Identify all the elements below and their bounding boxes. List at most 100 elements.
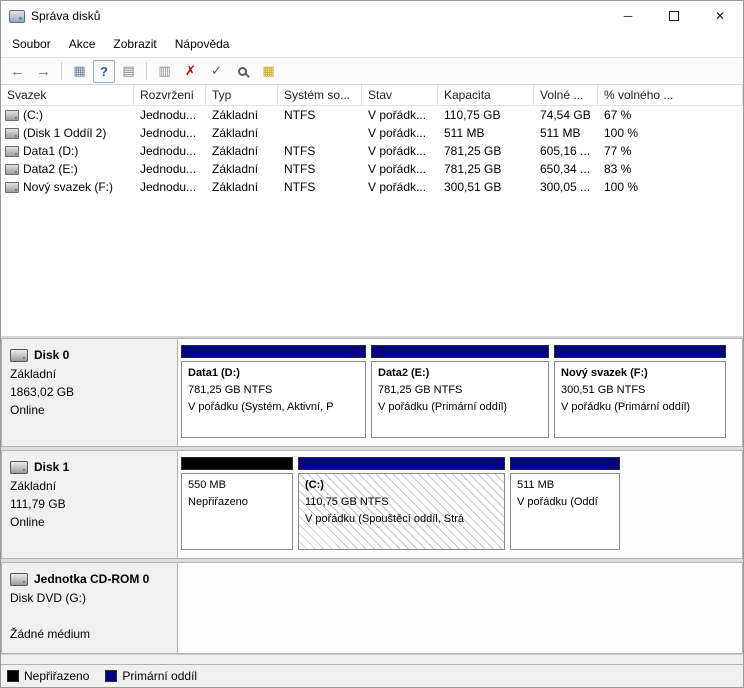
- legend-unallocated: Nepřiřazeno: [7, 669, 89, 683]
- cell: 100 %: [598, 180, 743, 194]
- window-title: Správa disků: [31, 9, 100, 23]
- close-button[interactable]: ✕: [697, 1, 743, 31]
- header-rozvrzeni[interactable]: Rozvržení: [134, 85, 206, 105]
- cell: NTFS: [278, 180, 362, 194]
- cell: V pořádk...: [362, 180, 438, 194]
- cell: 650,34 ...: [534, 162, 598, 176]
- partition-size: 300,51 GB NTFS: [561, 382, 719, 399]
- cell: Základní: [206, 108, 278, 122]
- partition-size: 781,25 GB NTFS: [188, 382, 359, 399]
- volume-icon: [5, 110, 19, 121]
- partition-status: Nepřiřazeno: [188, 494, 286, 511]
- cell: NTFS: [278, 144, 362, 158]
- header-volne[interactable]: Volné ...: [534, 85, 598, 105]
- disk0-panel[interactable]: Disk 0 Základní 1863,02 GB Online: [1, 338, 178, 447]
- cdrom-icon: [10, 573, 28, 586]
- header-svazek[interactable]: Svazek: [1, 85, 134, 105]
- volume-row-novy-svazek[interactable]: Nový svazek (F:) Jednodu... Základní NTF…: [1, 178, 743, 196]
- cell: 511 MB: [438, 126, 534, 140]
- unallocated-swatch: [7, 670, 19, 682]
- disk-head: Disk 1: [10, 458, 169, 476]
- volume-list: Svazek Rozvržení Typ Systém so... Stav K…: [1, 85, 743, 338]
- volume-row-disk1-oddil2[interactable]: (Disk 1 Oddíl 2) Jednodu... Základní V p…: [1, 124, 743, 142]
- partition-color-bar: [510, 457, 620, 470]
- disk-head: Disk 0: [10, 346, 169, 364]
- cell-volume: Nový svazek (F:): [1, 180, 134, 194]
- partition-body: 550 MB Nepřiřazeno: [181, 473, 293, 550]
- partition-size: 781,25 GB NTFS: [378, 382, 542, 399]
- header-system-souboru[interactable]: Systém so...: [278, 85, 362, 105]
- partition-novy-svazek[interactable]: Nový svazek (F:) 300,51 GB NTFS V pořádk…: [554, 345, 726, 438]
- attributes-button[interactable]: ▦: [256, 60, 281, 83]
- partition-size: 110,75 GB NTFS: [305, 494, 498, 511]
- primary-partition-swatch: [105, 670, 117, 682]
- disk1-partitions: 550 MB Nepřiřazeno (C:) 110,75 GB NTFS V…: [178, 450, 743, 559]
- partition-data2[interactable]: Data2 (E:) 781,25 GB NTFS V pořádku (Pri…: [371, 345, 549, 438]
- mark-active-button[interactable]: ✓: [204, 60, 229, 83]
- cdrom-row: Jednotka CD-ROM 0 Disk DVD (G:) Žádné mé…: [1, 562, 743, 655]
- disk-name: Jednotka CD-ROM 0: [34, 570, 149, 588]
- show-action-pane-button[interactable]: ▥: [152, 60, 177, 83]
- partition-title: Data2 (E:): [378, 365, 542, 382]
- menu-soubor[interactable]: Soubor: [3, 33, 60, 55]
- cell-volume: Data2 (E:): [1, 162, 134, 176]
- partition-status: V pořádku (Oddí: [517, 494, 613, 511]
- magnifier-icon: [238, 67, 247, 76]
- partition-color-bar: [181, 345, 366, 358]
- cell: NTFS: [278, 162, 362, 176]
- help-button[interactable]: ?: [93, 60, 115, 83]
- cell: Jednodu...: [134, 126, 206, 140]
- export-list-button[interactable]: ▤: [116, 60, 141, 83]
- back-button[interactable]: ←: [5, 60, 30, 83]
- cell: Jednodu...: [134, 144, 206, 158]
- delete-volume-button[interactable]: ✗: [178, 60, 203, 83]
- maximize-button[interactable]: [651, 1, 697, 31]
- disk1-panel[interactable]: Disk 1 Základní 111,79 GB Online: [1, 450, 178, 559]
- cell: 83 %: [598, 162, 743, 176]
- volume-name: Data1 (D:): [23, 144, 78, 158]
- disk0-row: Disk 0 Základní 1863,02 GB Online Data1 …: [1, 338, 743, 450]
- minimize-button[interactable]: ─: [605, 1, 651, 31]
- volume-row-data2[interactable]: Data2 (E:) Jednodu... Základní NTFS V po…: [1, 160, 743, 178]
- menu-akce[interactable]: Akce: [60, 33, 105, 55]
- cdrom-panel[interactable]: Jednotka CD-ROM 0 Disk DVD (G:) Žádné mé…: [1, 562, 178, 654]
- partition-unallocated[interactable]: 550 MB Nepřiřazeno: [181, 457, 293, 550]
- partition-body: (C:) 110,75 GB NTFS V pořádku (Spouštěcí…: [298, 473, 505, 550]
- media-status: Žádné médium: [10, 625, 169, 643]
- menubar: Soubor Akce Zobrazit Nápověda: [1, 31, 743, 57]
- cell: Jednodu...: [134, 108, 206, 122]
- header-typ[interactable]: Typ: [206, 85, 278, 105]
- partition-body: 511 MB V pořádku (Oddí: [510, 473, 620, 550]
- disk-type: Disk DVD (G:): [10, 589, 169, 607]
- partition-status: V pořádku (Spouštěcí oddíl, Strá: [305, 511, 498, 528]
- menu-zobrazit[interactable]: Zobrazit: [104, 33, 165, 55]
- volume-row-c[interactable]: (C:) Jednodu... Základní NTFS V pořádk..…: [1, 106, 743, 124]
- cell-volume: (C:): [1, 108, 134, 122]
- cell: Jednodu...: [134, 162, 206, 176]
- header-kapacita[interactable]: Kapacita: [438, 85, 534, 105]
- volume-row-data1[interactable]: Data1 (D:) Jednodu... Základní NTFS V po…: [1, 142, 743, 160]
- cell: Základní: [206, 162, 278, 176]
- disk0-partitions: Data1 (D:) 781,25 GB NTFS V pořádku (Sys…: [178, 338, 743, 447]
- app-icon: [9, 10, 25, 23]
- explore-button[interactable]: [230, 60, 255, 83]
- disk-name: Disk 1: [34, 458, 69, 476]
- header-pct-volneho[interactable]: % volného ...: [598, 85, 743, 105]
- cell: NTFS: [278, 108, 362, 122]
- partition-511mb[interactable]: 511 MB V pořádku (Oddí: [510, 457, 620, 550]
- partition-title: (C:): [305, 477, 498, 494]
- graphical-view: Disk 0 Základní 1863,02 GB Online Data1 …: [1, 338, 743, 664]
- cell: 300,51 GB: [438, 180, 534, 194]
- partition-data1[interactable]: Data1 (D:) 781,25 GB NTFS V pořádku (Sys…: [181, 345, 366, 438]
- cell: 781,25 GB: [438, 144, 534, 158]
- titlebar: Správa disků ─ ✕: [1, 1, 743, 31]
- cell: V pořádk...: [362, 144, 438, 158]
- toolbar-separator: [61, 62, 62, 80]
- partition-c[interactable]: (C:) 110,75 GB NTFS V pořádku (Spouštěcí…: [298, 457, 505, 550]
- maximize-icon: [669, 11, 679, 21]
- volume-icon: [5, 128, 19, 139]
- menu-napoveda[interactable]: Nápověda: [166, 33, 239, 55]
- show-console-tree-button[interactable]: ▦: [67, 60, 92, 83]
- forward-button[interactable]: →: [31, 60, 56, 83]
- header-stav[interactable]: Stav: [362, 85, 438, 105]
